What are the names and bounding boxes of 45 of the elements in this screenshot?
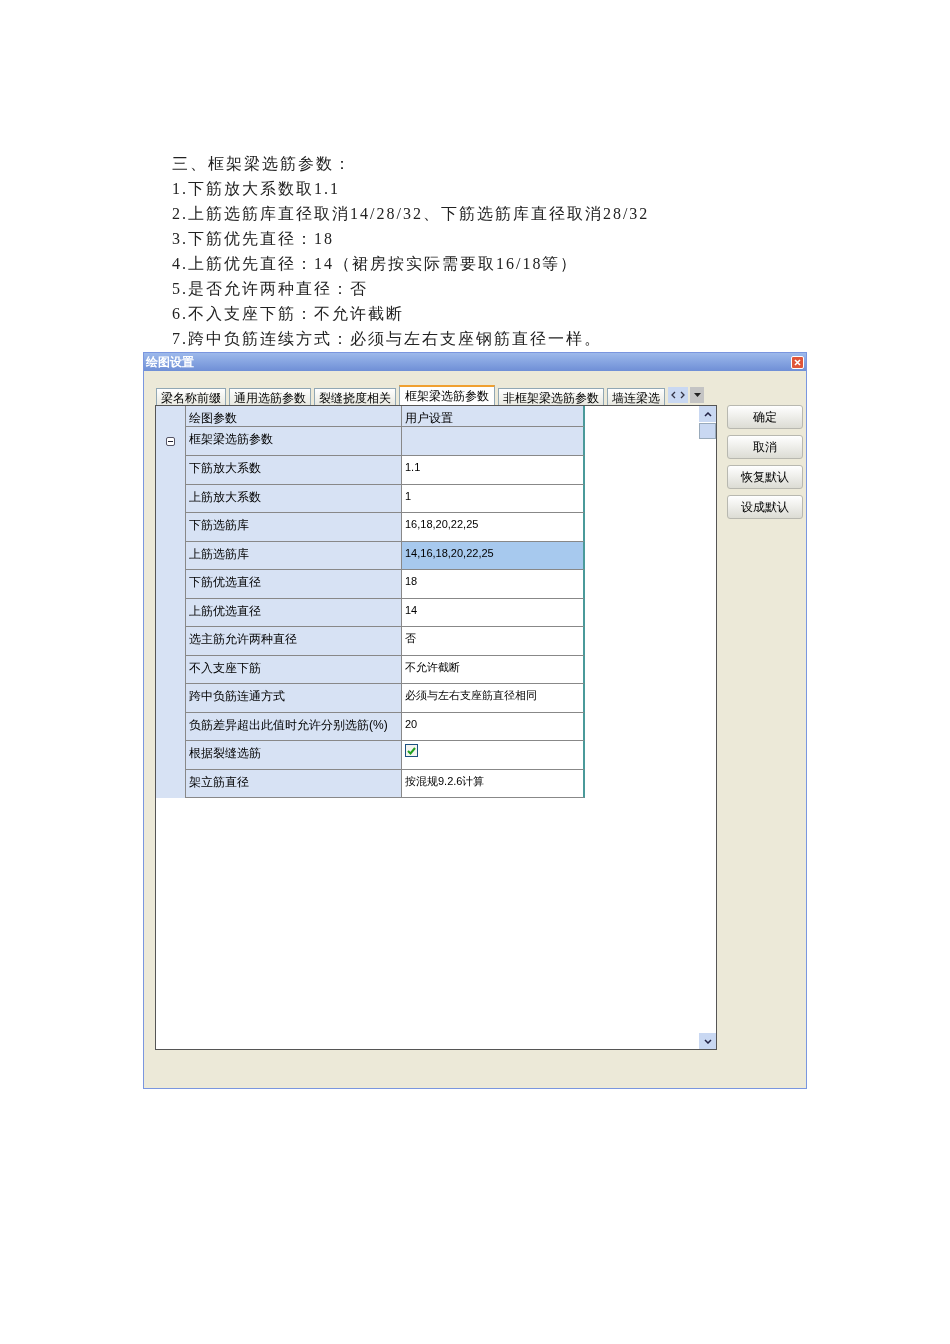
tab[interactable]: 裂缝挠度相关 (314, 388, 396, 405)
column-header: 绘图参数 (185, 406, 401, 427)
property-name: 跨中负筋连通方式 (185, 684, 401, 713)
property-value[interactable]: 按混规9.2.6计算 (401, 769, 585, 798)
dialog-button[interactable]: 设成默认 (727, 495, 803, 519)
document-text-line: 4.上筋优先直径：14（裙房按实际需要取16/18等） (172, 254, 579, 274)
property-value[interactable]: 20 (401, 712, 585, 741)
document-text-line: 5.是否允许两种直径：否 (172, 279, 368, 299)
property-value[interactable]: 1 (401, 484, 585, 513)
dialog-button[interactable]: 恢复默认 (727, 465, 803, 489)
tab[interactable]: 梁名称前缀 (156, 388, 226, 405)
document-text-line: 2.上筋选筋库直径取消14/28/32、下筋选筋库直径取消28/32 (172, 204, 650, 224)
document-text-line: 7.跨中负筋连续方式：必须与左右支座钢筋直径一样。 (172, 329, 602, 349)
property-name: 架立筋直径 (185, 769, 401, 798)
property-name: 下筋放大系数 (185, 456, 401, 485)
document-text-line: 1.下筋放大系数取1.1 (172, 179, 340, 199)
property-name: 下筋选筋库 (185, 513, 401, 542)
property-value[interactable]: 16,18,20,22,25 (401, 513, 585, 542)
document-text-line: 6.不入支座下筋：不允许截断 (172, 304, 404, 324)
property-name: 负筋差异超出此值时允许分别选筋(%) (185, 712, 401, 741)
property-name: 选主筋允许两种直径 (185, 627, 401, 656)
document-text-line: 三、框架梁选筋参数： (172, 154, 352, 174)
group-label[interactable]: 框架梁选筋参数 (185, 427, 401, 456)
property-value[interactable]: 18 (401, 570, 585, 599)
property-value[interactable]: 1.1 (401, 456, 585, 485)
dialog-button[interactable]: 取消 (727, 435, 803, 459)
column-header: 用户设置 (401, 406, 585, 427)
dialog-button[interactable]: 确定 (727, 405, 803, 429)
property-value[interactable]: 14 (401, 598, 585, 627)
property-name: 上筋放大系数 (185, 484, 401, 513)
property-name: 根据裂缝选筋 (185, 741, 401, 770)
document-text-line: 3.下筋优先直径：18 (172, 229, 334, 249)
property-value[interactable]: 不允许截断 (401, 655, 585, 684)
tab[interactable]: 框架梁选筋参数 (399, 385, 495, 405)
tab[interactable]: 通用选筋参数 (229, 388, 311, 405)
window-title: 绘图设置 (146, 354, 194, 371)
property-name: 下筋优选直径 (185, 570, 401, 599)
property-name: 不入支座下筋 (185, 655, 401, 684)
property-value[interactable]: 必须与左右支座筋直径相同 (401, 684, 585, 713)
property-value[interactable]: 14,16,18,20,22,25 (401, 541, 585, 570)
tab[interactable]: 非框架梁选筋参数 (498, 388, 604, 405)
property-name: 上筋选筋库 (185, 541, 401, 570)
property-value[interactable]: 否 (401, 627, 585, 656)
property-name: 上筋优选直径 (185, 598, 401, 627)
tab[interactable]: 墙连梁选 (607, 388, 665, 405)
